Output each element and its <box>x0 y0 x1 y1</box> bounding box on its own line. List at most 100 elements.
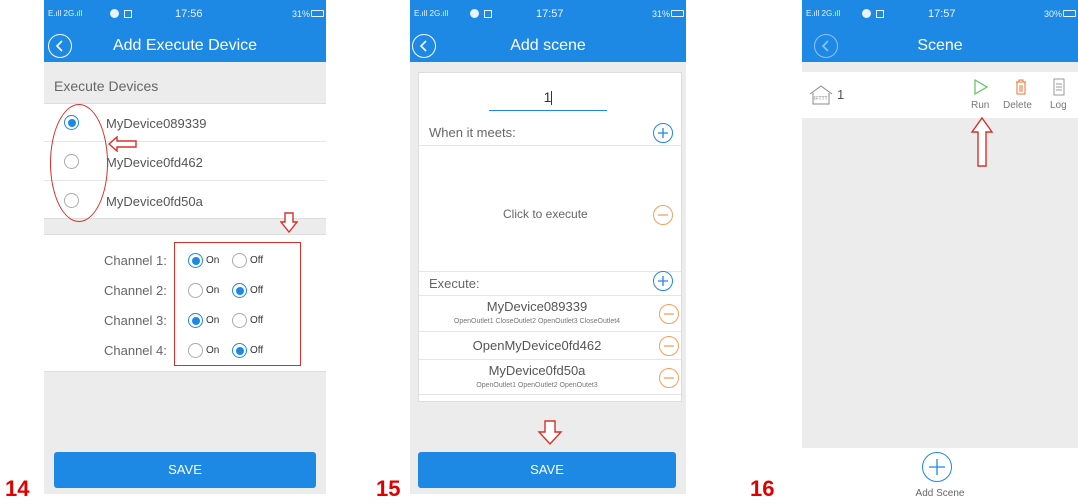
annotation-box <box>174 242 301 366</box>
battery-icon <box>311 10 324 17</box>
minus-icon <box>664 377 674 379</box>
gallery-notification-icon <box>876 10 884 18</box>
save-button[interactable]: SAVE <box>54 452 316 488</box>
execute-item-detail: OpenOutlet1 OpenOutlet2 OpenOutet3 <box>476 382 598 389</box>
chevron-left-icon <box>821 40 829 52</box>
device-name: MyDevice089339 <box>106 116 207 131</box>
page-title: Add scene <box>510 37 586 54</box>
add-scene-button[interactable] <box>922 452 952 482</box>
delete-label: Delete <box>1003 100 1032 111</box>
remove-execute-button[interactable] <box>659 368 679 388</box>
channel-label: Channel 4: <box>104 343 167 358</box>
log-document-icon <box>1053 78 1065 96</box>
log-label: Log <box>1050 100 1067 111</box>
trash-icon <box>1016 79 1026 95</box>
channel-label: Channel 3: <box>104 313 167 328</box>
channel-label: Channel 1: <box>104 253 167 268</box>
status-time: 17:57 <box>536 8 564 20</box>
step-number-14: 14 <box>5 476 30 501</box>
battery-percent: 30% <box>1043 9 1062 19</box>
execute-label: Execute: <box>429 276 480 291</box>
execute-item[interactable]: OpenMyDevice0fd462 <box>419 331 681 359</box>
click-to-execute-label[interactable]: Click to execute <box>503 207 588 221</box>
bottom-bar: Add Scene <box>802 448 1078 504</box>
title-bar: Add Execute Device <box>44 30 326 62</box>
battery-percent: 31% <box>291 9 310 19</box>
back-button[interactable] <box>48 34 72 58</box>
text-cursor <box>551 91 553 106</box>
ifttt-house-icon <box>809 85 833 105</box>
down-arrow-annotation <box>537 420 563 446</box>
when-label: When it meets: <box>429 125 516 140</box>
left-arrow-annotation <box>108 136 137 152</box>
status-bar: E.ıll 2G.ıll 17:57 30% <box>802 0 1078 30</box>
minus-icon <box>664 313 674 315</box>
status-bar: E.ıll 2G.ıll 17:56 31% <box>44 0 326 30</box>
add-execute-button[interactable] <box>653 271 673 291</box>
app-notification-icon <box>110 9 119 18</box>
execute-item-name: MyDevice0fd50a <box>488 363 586 378</box>
run-label: Run <box>971 100 990 111</box>
chevron-left-icon <box>419 40 427 52</box>
signal-indicator: E.ıll 2G.ıll <box>414 9 449 18</box>
page-title: Add Execute Device <box>112 37 258 54</box>
gallery-notification-icon <box>484 10 492 18</box>
divider <box>419 145 681 146</box>
add-condition-button[interactable] <box>653 123 673 143</box>
plus-icon <box>929 459 945 475</box>
execute-item[interactable]: MyDevice089339 OpenOutlet1 CloseOutlet2 … <box>419 295 681 331</box>
minus-icon <box>664 345 674 347</box>
annotation-oval <box>50 104 108 222</box>
minus-icon <box>658 214 668 216</box>
signal-indicator: E.ıll 2G.ıll <box>806 9 841 18</box>
back-button[interactable] <box>814 34 838 58</box>
plus-icon <box>658 128 668 138</box>
remove-execute-button[interactable] <box>659 336 679 356</box>
step-number-16: 16 <box>750 476 775 501</box>
chevron-left-icon <box>55 40 63 52</box>
battery-icon <box>1063 10 1076 17</box>
scene-form: 1 When it meets: Click to execute Execut… <box>418 72 682 402</box>
ifttt-badge-label: IFTTT <box>814 96 828 102</box>
scene-name: 1 <box>837 87 845 102</box>
scene-name-input[interactable]: 1 <box>489 89 607 111</box>
execute-item-name: OpenMyDevice0fd462 <box>472 338 602 353</box>
page-title: Scene <box>917 37 963 54</box>
battery-icon <box>671 10 684 17</box>
execute-item-name: MyDevice089339 <box>486 299 588 314</box>
title-bar: Scene <box>802 30 1078 62</box>
scene-row[interactable]: IFTTT 1 Run Delete Log <box>802 72 1078 118</box>
execute-item-detail: OpenOutlet1 CloseOutlet2 OpenOutlet3 Clo… <box>453 318 621 325</box>
step-number-15: 15 <box>376 476 401 501</box>
up-arrow-annotation <box>970 116 994 167</box>
add-scene-label: Add Scene <box>915 488 965 499</box>
app-notification-icon <box>470 9 479 18</box>
delete-button[interactable]: Delete <box>1002 76 1042 116</box>
title-bar: Add scene <box>410 30 686 62</box>
gallery-notification-icon <box>124 10 132 18</box>
down-arrow-annotation <box>280 212 298 234</box>
device-name: MyDevice0fd50a <box>106 194 203 209</box>
run-button[interactable]: Run <box>967 76 995 116</box>
status-time: 17:57 <box>928 8 956 20</box>
phone-screen-scene: E.ıll 2G.ıll 17:57 30% Scene IFTTT 1 Run… <box>802 0 1078 504</box>
device-name: MyDevice0fd462 <box>106 155 203 170</box>
play-icon <box>974 78 989 96</box>
remove-execute-button[interactable] <box>659 304 679 324</box>
remove-condition-button[interactable] <box>653 205 673 225</box>
app-notification-icon <box>862 9 871 18</box>
scene-name-value: 1 <box>543 89 552 105</box>
back-button[interactable] <box>412 34 436 58</box>
save-button[interactable]: SAVE <box>418 452 676 488</box>
channel-label: Channel 2: <box>104 283 167 298</box>
log-button[interactable]: Log <box>1046 76 1074 116</box>
signal-indicator: E.ıll 2G.ıll <box>48 9 83 18</box>
plus-icon <box>658 276 668 286</box>
status-bar: E.ıll 2G.ıll 17:57 31% <box>410 0 686 30</box>
status-time: 17:56 <box>175 8 203 20</box>
phone-screen-add-scene: E.ıll 2G.ıll 17:57 31% Add scene 1 When … <box>410 0 686 494</box>
section-label: Execute Devices <box>54 78 159 94</box>
battery-percent: 31% <box>651 9 670 19</box>
phone-screen-add-execute-device: E.ıll 2G.ıll 17:56 31% Add Execute Devic… <box>44 0 326 494</box>
execute-item[interactable]: MyDevice0fd50a OpenOutlet1 OpenOutlet2 O… <box>419 359 681 395</box>
